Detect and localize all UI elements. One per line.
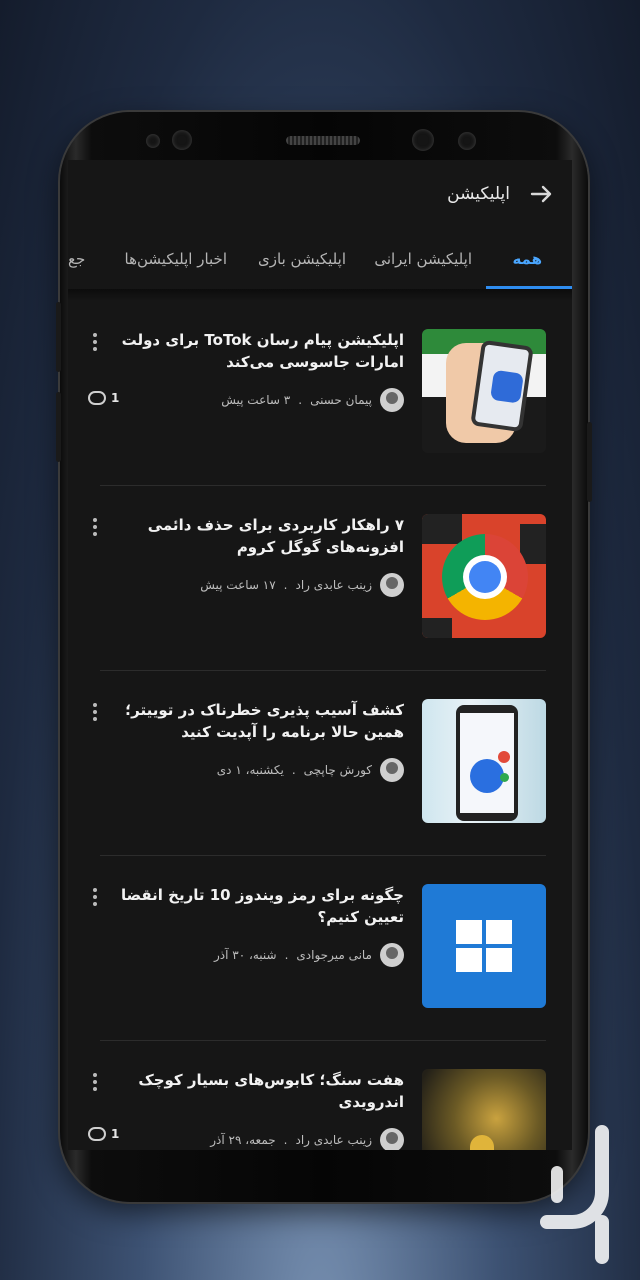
phone-sensor [146, 134, 160, 148]
article-title[interactable]: چگونه برای رمز ویندوز 10 تاریخ انقضا تعی… [104, 884, 404, 928]
meta-separator: . [298, 393, 303, 407]
article-author: پیمان حسنی [310, 393, 372, 407]
article-meta: زینب عابدی راد . ۱۷ ساعت پیش [200, 572, 404, 598]
list-item[interactable]: کشف آسیب پذیری خطرناک در توییتر؛ همین حا… [93, 671, 546, 856]
article-thumbnail[interactable] [422, 329, 546, 453]
front-camera [172, 130, 192, 150]
phone-screen-shape [460, 713, 514, 813]
comment-count: 1 [111, 391, 120, 405]
article-meta: پیمان حسنی . ۳ ساعت پیش [221, 387, 404, 413]
windows-logo-icon [456, 920, 512, 972]
avatar [380, 388, 404, 412]
list-item[interactable]: اپلیکیشن پیام رسان ToTok برای دولت امارا… [88, 301, 546, 486]
comment-icon [88, 391, 106, 405]
article-thumbnail[interactable] [422, 1069, 546, 1150]
article-title[interactable]: ۷ راهکار کاربردی برای حذف دائمی افزونه‌ه… [104, 514, 404, 558]
phone-volume-button [56, 302, 61, 372]
puzzle-piece-shape [422, 618, 452, 638]
article-time: ۱۷ ساعت پیش [200, 578, 276, 592]
avatar [380, 943, 404, 967]
phone-volume-button [56, 392, 61, 462]
list-item[interactable]: چگونه برای رمز ویندوز 10 تاریخ انقضا تعی… [93, 856, 546, 1041]
article-title[interactable]: هفت سنگ؛ کابوس‌های بسیار کوچک اندرویدی [104, 1069, 404, 1113]
list-item[interactable]: هفت سنگ؛ کابوس‌های بسیار کوچک اندرویدی ز… [88, 1041, 546, 1150]
article-time: ۳ ساعت پیش [221, 393, 291, 407]
tabs-divider [68, 289, 572, 301]
category-tabs: همه اپلیکیشن ایرانی اپلیکیشن بازی اخبار … [68, 232, 572, 290]
green-dot-shape [500, 773, 509, 782]
article-time: جمعه، ۲۹ آذر [210, 1133, 276, 1147]
article-thumbnail[interactable] [422, 514, 546, 638]
comment-count: 1 [111, 1127, 120, 1141]
phone-speaker [286, 136, 360, 145]
red-dot-shape [498, 751, 510, 763]
article-meta: زینب عابدی راد . جمعه، ۲۹ آذر [210, 1127, 404, 1150]
list-item[interactable]: ۷ راهکار کاربردی برای حذف دائمی افزونه‌ه… [93, 486, 546, 671]
tab-iranian-apps[interactable]: اپلیکیشن ایرانی [374, 250, 472, 268]
phone-shape [456, 705, 518, 821]
tab-all[interactable]: همه [512, 250, 542, 268]
meta-separator: . [291, 763, 296, 777]
article-time: شنبه، ۳۰ آذر [213, 948, 277, 962]
more-options-icon[interactable] [90, 701, 100, 725]
more-options-icon[interactable] [90, 1071, 100, 1095]
avatar [380, 758, 404, 782]
meta-separator: . [283, 1133, 288, 1147]
game-character-shape [470, 1135, 494, 1150]
arrow-right-icon-svg [530, 185, 552, 203]
page-title: اپلیکیشن [447, 184, 510, 204]
puzzle-piece-shape [422, 514, 462, 544]
more-options-icon[interactable] [90, 331, 100, 355]
article-author: کورش چاپچی [303, 763, 372, 777]
comments-indicator[interactable]: 1 [88, 1127, 119, 1141]
article-author: مانی میرجوادی [296, 948, 372, 962]
meta-separator: . [284, 948, 289, 962]
blue-circle-shape [470, 759, 504, 793]
chrome-logo-icon [442, 534, 528, 620]
more-options-icon[interactable] [90, 516, 100, 540]
meta-separator: . [283, 578, 288, 592]
more-options-icon[interactable] [90, 886, 100, 910]
article-thumbnail[interactable] [422, 884, 546, 1008]
article-author: زینب عابدی راد [295, 1133, 373, 1147]
front-camera [412, 129, 434, 151]
article-thumbnail[interactable] [422, 699, 546, 823]
article-author: زینب عابدی راد [295, 578, 373, 592]
app-bar: اپلیکیشن [68, 160, 572, 232]
app-screen: اپلیکیشن همه اپلیکیشن ایرانی اپلیکیشن با… [68, 160, 572, 1150]
avatar [380, 1128, 404, 1150]
tab-app-news[interactable]: اخبار اپلیکیشن‌ها [125, 250, 227, 268]
article-meta: کورش چاپچی . یکشنبه، ۱ دی [217, 757, 404, 783]
article-time: یکشنبه، ۱ دی [216, 763, 284, 777]
phone-shape [470, 339, 534, 433]
tab-more[interactable]: جع [68, 250, 85, 268]
app-icon [490, 369, 524, 404]
phone-sensor [458, 132, 476, 150]
phone-power-button [587, 422, 592, 502]
comment-icon [88, 1127, 106, 1141]
article-title[interactable]: اپلیکیشن پیام رسان ToTok برای دولت امارا… [104, 329, 404, 373]
comments-indicator[interactable]: 1 [88, 391, 119, 405]
tab-game-apps[interactable]: اپلیکیشن بازی [258, 250, 346, 268]
article-title[interactable]: کشف آسیب پذیری خطرناک در توییتر؛ همین حا… [104, 699, 404, 743]
arrow-right-icon[interactable] [528, 180, 556, 208]
watermark-logo [540, 1125, 609, 1264]
avatar [380, 573, 404, 597]
article-meta: مانی میرجوادی . شنبه، ۳۰ آذر [214, 942, 404, 968]
phone-screen-shape [474, 344, 530, 428]
